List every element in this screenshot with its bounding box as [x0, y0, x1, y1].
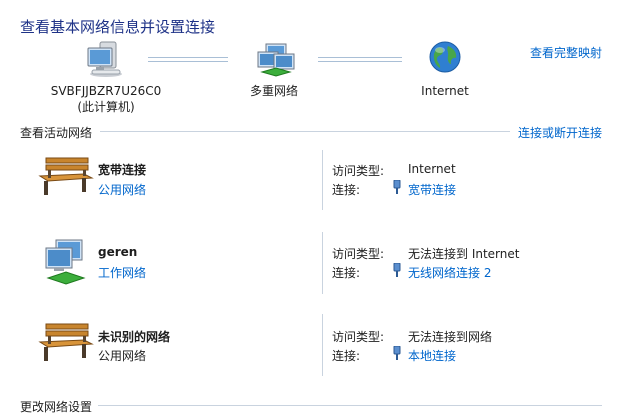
connection-plug-icon	[392, 345, 402, 360]
column-divider	[322, 232, 323, 294]
connection-label: 连接:	[332, 183, 361, 197]
network-category-link[interactable]: 工作网络	[98, 264, 146, 281]
access-type-value: 无法连接到网络	[408, 330, 493, 344]
access-type-label: 访问类型:	[332, 330, 385, 344]
internet-globe-icon	[428, 40, 462, 74]
computer-name: SVBFJJBZR7U26C0	[50, 84, 162, 98]
access-type-label: 访问类型:	[332, 247, 385, 261]
bench-icon	[38, 156, 94, 198]
connection-label: 连接:	[332, 266, 361, 280]
network-name: 未识别的网络	[98, 330, 171, 344]
section-divider	[100, 131, 510, 132]
connection-link[interactable]: 无线网络连接 2	[408, 264, 491, 281]
network-category-link[interactable]: 公用网络	[98, 181, 146, 198]
view-full-map-link[interactable]: 查看完整映射	[530, 44, 602, 61]
computer-icon	[86, 40, 130, 80]
multiple-networks-label: 多重网络	[249, 84, 298, 98]
page-title: 查看基本网络信息并设置连接	[20, 18, 216, 36]
computer-subtitle: (此计算机)	[77, 100, 135, 114]
section-divider	[98, 405, 602, 406]
computer-name-label: SVBFJJBZR7U26C0 (此计算机)	[36, 83, 176, 115]
access-type-value: Internet	[408, 162, 456, 176]
access-type-value: 无法连接到 Internet	[408, 247, 520, 261]
network-category-text: 公用网络	[98, 349, 147, 363]
connect-disconnect-link[interactable]: 连接或断开连接	[518, 124, 602, 141]
access-type-label: 访问类型:	[332, 164, 385, 178]
change-settings-heading: 更改网络设置	[20, 400, 93, 414]
map-connector-2	[318, 57, 402, 62]
work-network-icon	[40, 238, 92, 286]
map-connector-1	[148, 57, 228, 62]
column-divider	[322, 314, 323, 376]
bench-icon	[38, 322, 94, 364]
internet-label: Internet	[421, 84, 469, 98]
connection-link[interactable]: 本地连接	[408, 347, 456, 364]
column-divider	[322, 150, 323, 210]
active-networks-heading: 查看活动网络	[20, 126, 93, 140]
network-name: geren	[98, 245, 138, 259]
connection-label: 连接:	[332, 349, 361, 363]
multiple-networks-icon	[256, 42, 296, 78]
connection-plug-icon	[392, 179, 402, 194]
network-name: 宽带连接	[98, 163, 147, 177]
connection-link[interactable]: 宽带连接	[408, 181, 456, 198]
connection-plug-icon	[392, 262, 402, 277]
